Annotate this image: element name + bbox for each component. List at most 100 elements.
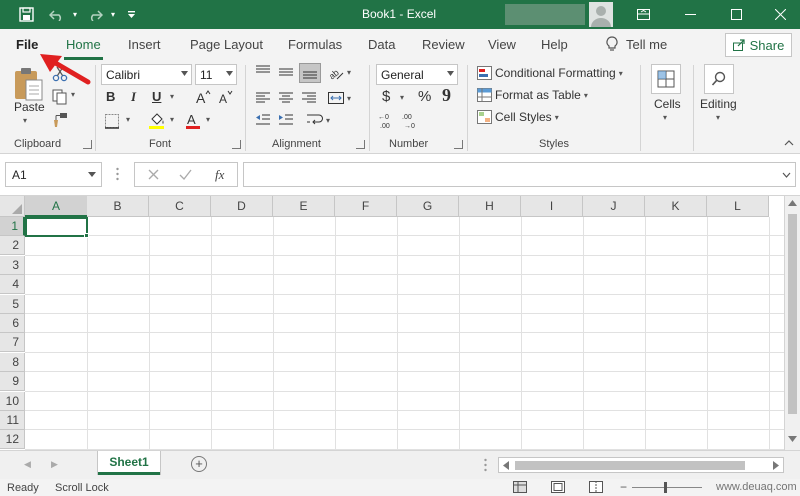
number-format-select[interactable]: General (376, 64, 458, 85)
sheet-tab-sheet1[interactable]: Sheet1 (98, 451, 160, 475)
font-color-icon[interactable]: A (185, 111, 201, 129)
align-left-icon[interactable] (255, 91, 271, 105)
cells-button[interactable]: Cells (654, 97, 681, 111)
column-header-d[interactable]: D (211, 196, 273, 217)
next-sheet-icon[interactable]: ▶ (51, 459, 58, 470)
row-header-2[interactable]: 2 (0, 236, 25, 256)
tab-data[interactable]: Data (368, 37, 395, 52)
row-header-7[interactable]: 7 (0, 333, 25, 353)
row-header-6[interactable]: 6 (0, 314, 25, 333)
redo-icon[interactable] (84, 0, 106, 29)
zoom-slider[interactable] (632, 487, 702, 488)
row-header-12[interactable]: 12 (0, 430, 25, 450)
paste-icon[interactable] (12, 66, 46, 102)
format-painter-icon[interactable] (52, 112, 68, 128)
column-header-k[interactable]: K (645, 196, 707, 217)
alignment-launcher-icon[interactable] (356, 140, 365, 149)
enter-icon[interactable] (179, 169, 192, 180)
tab-help[interactable]: Help (541, 37, 568, 52)
tab-review[interactable]: Review (422, 37, 465, 52)
scroll-up-icon[interactable] (788, 200, 797, 206)
share-button[interactable]: Share (725, 33, 792, 57)
increase-decimal-icon[interactable]: ←0.00 (378, 111, 396, 129)
normal-view-icon[interactable] (513, 481, 527, 493)
tab-split-icon[interactable] (484, 458, 487, 472)
name-box[interactable]: A1 (5, 162, 102, 187)
column-header-a[interactable]: A (25, 196, 88, 217)
underline-dropdown-icon[interactable]: ▾ (170, 92, 174, 101)
prev-sheet-icon[interactable]: ◀ (24, 459, 31, 470)
row-header-3[interactable]: 3 (0, 255, 25, 275)
column-header-l[interactable]: L (707, 196, 769, 217)
expand-formula-bar-icon[interactable] (782, 172, 791, 178)
tab-home[interactable]: Home (66, 37, 101, 52)
account-name[interactable] (505, 4, 585, 25)
account-avatar-icon[interactable] (589, 2, 613, 27)
column-header-h[interactable]: H (459, 196, 521, 217)
decrease-font-size-icon[interactable]: A (218, 89, 234, 105)
row-header-8[interactable]: 8 (0, 352, 25, 372)
insert-function-button[interactable]: fx (215, 167, 224, 183)
increase-font-size-icon[interactable]: A (195, 89, 211, 105)
more-options-icon[interactable] (116, 167, 119, 181)
copy-dropdown-icon[interactable]: ▾ (71, 90, 75, 99)
column-header-b[interactable]: B (87, 196, 149, 217)
undo-dropdown-icon[interactable]: ▾ (70, 0, 80, 29)
formula-input[interactable] (243, 162, 796, 187)
tab-formulas[interactable]: Formulas (288, 37, 342, 52)
underline-button[interactable]: U (152, 89, 161, 105)
fill-color-icon[interactable] (148, 111, 166, 129)
page-break-view-icon[interactable] (589, 481, 603, 493)
redo-dropdown-icon[interactable]: ▾ (108, 0, 118, 29)
add-sheet-icon[interactable]: + (191, 456, 207, 472)
align-right-icon[interactable] (301, 91, 317, 105)
percent-button[interactable]: % (418, 89, 431, 105)
editing-button[interactable]: Editing (700, 97, 737, 111)
decrease-decimal-icon[interactable]: .00 →0 (402, 111, 420, 129)
row-header-4[interactable]: 4 (0, 275, 25, 295)
paste-dropdown-icon[interactable]: ▾ (23, 116, 27, 125)
scroll-left-icon[interactable] (503, 461, 509, 470)
column-header-c[interactable]: C (149, 196, 211, 217)
copy-icon[interactable] (52, 89, 68, 105)
align-middle-icon[interactable] (278, 65, 294, 79)
orientation-dropdown-icon[interactable]: ▾ (347, 68, 351, 77)
tab-page-layout[interactable]: Page Layout (190, 37, 263, 52)
merge-center-icon[interactable] (328, 91, 344, 105)
horizontal-scroll-thumb[interactable] (515, 461, 745, 470)
select-all-button[interactable] (0, 196, 25, 217)
tab-file[interactable]: File (16, 37, 38, 52)
row-header-1[interactable]: 1 (0, 217, 25, 236)
comma-style-button[interactable]: 9 (442, 86, 451, 104)
orientation-icon[interactable]: ab (328, 65, 344, 81)
cell-styles-button[interactable]: Cell Styles ▾ (477, 110, 559, 124)
align-center-icon[interactable] (278, 91, 294, 105)
row-header-11[interactable]: 11 (0, 411, 25, 430)
conditional-formatting-button[interactable]: Conditional Formatting ▾ (477, 66, 623, 80)
save-icon[interactable] (14, 0, 38, 29)
number-launcher-icon[interactable] (454, 140, 463, 149)
italic-button[interactable]: I (131, 89, 136, 105)
tab-view[interactable]: View (488, 37, 516, 52)
currency-button[interactable]: $ (382, 89, 390, 105)
scroll-down-icon[interactable] (788, 436, 797, 442)
vertical-scrollbar[interactable] (784, 196, 800, 450)
row-header-5[interactable]: 5 (0, 294, 25, 314)
ribbon-display-icon[interactable] (623, 0, 663, 29)
page-layout-view-icon[interactable] (551, 481, 565, 493)
scroll-right-icon[interactable] (773, 461, 779, 470)
undo-icon[interactable] (46, 0, 68, 29)
font-size-select[interactable]: 11 (195, 64, 237, 85)
font-color-dropdown-icon[interactable]: ▾ (206, 115, 210, 124)
tab-insert[interactable]: Insert (128, 37, 161, 52)
align-bottom-icon[interactable] (299, 63, 321, 83)
fill-color-dropdown-icon[interactable]: ▾ (170, 115, 174, 124)
cell-area[interactable] (25, 217, 784, 450)
increase-indent-icon[interactable] (278, 113, 294, 127)
worksheet-grid[interactable]: ABCDEFGHIJKL 1 2 3 4 5 6 7 8 9 10 11 12 (0, 196, 784, 450)
minimize-icon[interactable] (670, 0, 710, 29)
cut-icon[interactable] (52, 66, 68, 82)
paste-button[interactable]: Paste (14, 100, 45, 114)
fill-handle[interactable] (84, 233, 89, 238)
currency-dropdown-icon[interactable]: ▾ (400, 93, 404, 102)
